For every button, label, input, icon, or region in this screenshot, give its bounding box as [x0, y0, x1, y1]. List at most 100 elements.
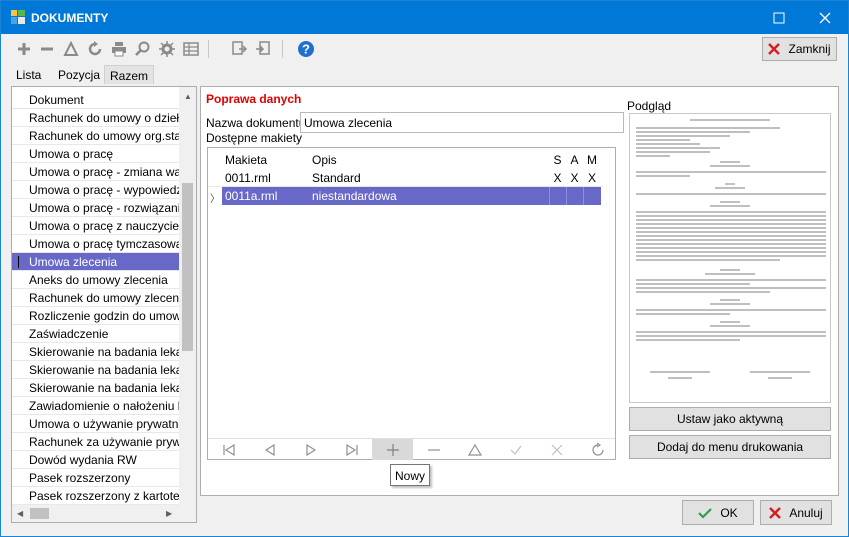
add-to-print-menu-button[interactable]: Dodaj do menu drukowania: [629, 435, 831, 459]
cell-s: [549, 187, 566, 205]
preview-label: Podgląd: [627, 99, 672, 113]
list-item[interactable]: Umowa o pracę - rozwiązanie: [12, 199, 179, 217]
preview-thumbnail: [636, 119, 826, 379]
cancel-icon[interactable]: [536, 439, 577, 460]
list-item[interactable]: Rozliczenie godzin do umowy zl: [12, 307, 179, 325]
list-item[interactable]: Dowód wydania RW: [12, 451, 179, 469]
list-item[interactable]: Umowa o pracę tymczasową: [12, 235, 179, 253]
refresh-icon[interactable]: [85, 39, 105, 59]
scroll-thumb[interactable]: [182, 183, 193, 351]
scroll-up-icon[interactable]: ▲: [184, 92, 192, 101]
section-title: Poprawa danych: [206, 92, 302, 106]
set-active-button-label: Ustaw jako aktywną: [676, 412, 784, 426]
list-item[interactable]: Umowa o pracę z nauczycielem: [12, 217, 179, 235]
scroll-right-icon[interactable]: ▶: [166, 509, 172, 518]
post-icon[interactable]: [495, 439, 536, 460]
list-item[interactable]: Pasek rozszerzony: [12, 469, 179, 487]
cell-m: X: [587, 171, 596, 185]
set-active-button[interactable]: Ustaw jako aktywną: [629, 407, 831, 431]
list-item[interactable]: Skierowanie na badania lekarsk: [12, 361, 179, 379]
columns-icon[interactable]: [181, 39, 201, 59]
list-item[interactable]: Rachunek do umowy org.stano: [12, 127, 179, 145]
list-item[interactable]: Umowa o pracę - wypowiedzen: [12, 181, 179, 199]
scroll-left-icon[interactable]: ◀: [17, 509, 23, 518]
scroll-thumb[interactable]: [30, 508, 49, 519]
row-indicator: [18, 256, 19, 268]
toolbar-separator: [282, 40, 283, 58]
ok-button[interactable]: OK: [682, 500, 754, 525]
cell-opis: niestandardowa: [309, 187, 549, 205]
templates-label: Dostępne makiety: [206, 131, 303, 145]
toolbar-separator: [208, 40, 209, 58]
add-icon[interactable]: [14, 39, 34, 59]
cell-m: [583, 187, 601, 205]
column-header-a[interactable]: A: [566, 151, 583, 169]
list-item[interactable]: Zaświadczenie: [12, 325, 179, 343]
cell-a: [566, 187, 583, 205]
templates-grid: Makieta Opis S A M 0011.rml Standard X X…: [207, 147, 616, 460]
tab-pozycja[interactable]: Pozycja: [53, 65, 105, 84]
column-header-makieta[interactable]: Makieta: [222, 151, 309, 169]
settings-icon[interactable]: [157, 39, 177, 59]
ok-button-label: OK: [720, 505, 738, 520]
close-button[interactable]: Zamknij: [762, 37, 837, 61]
list-item[interactable]: Zawiadomienie o nałożeniu kary: [12, 397, 179, 415]
app-icon: [11, 10, 25, 24]
add-to-print-menu-label: Dodaj do menu drukowania: [656, 440, 804, 454]
window-title: DOKUMENTY: [31, 11, 109, 25]
export-icon[interactable]: [229, 39, 249, 59]
print-icon[interactable]: [109, 39, 129, 59]
close-icon: [768, 43, 781, 55]
list-item[interactable]: Aneks do umowy zlecenia: [12, 271, 179, 289]
title-bar: DOKUMENTY: [1, 1, 848, 34]
list-item[interactable]: Umowa o pracę: [12, 145, 179, 163]
prior-icon[interactable]: [249, 439, 290, 460]
close-button-label: Zamknij: [788, 42, 831, 56]
cancel-button[interactable]: Anuluj: [760, 500, 832, 525]
cell-opis: Standard: [312, 171, 361, 185]
column-header-dokument[interactable]: Dokument: [12, 87, 179, 109]
last-icon[interactable]: [331, 439, 372, 460]
table-row-selected[interactable]: 〉 0011a.rml niestandardowa: [208, 187, 603, 205]
svg-text:?: ?: [302, 42, 310, 57]
list-item[interactable]: Skierowanie na badania lekarsk: [12, 379, 179, 397]
tab-lista[interactable]: Lista: [11, 65, 46, 84]
help-icon[interactable]: ?: [296, 39, 316, 59]
edit-icon[interactable]: [61, 39, 81, 59]
document-grid: Dokument Rachunek do umowy o dzieło Rach…: [11, 86, 197, 523]
list-item[interactable]: Umowa o pracę - zmiana warun: [12, 163, 179, 181]
next-icon[interactable]: [290, 439, 331, 460]
table-row[interactable]: 0011.rml Standard X X X: [208, 169, 603, 187]
list-item[interactable]: Rachunek za używanie prywatn: [12, 433, 179, 451]
preview-icon[interactable]: [133, 39, 153, 59]
column-header-m[interactable]: M: [583, 151, 601, 169]
edit-icon[interactable]: [454, 439, 495, 460]
vertical-scrollbar[interactable]: ▲: [179, 87, 196, 505]
import-icon[interactable]: [253, 39, 273, 59]
close-window-button[interactable]: [802, 1, 848, 34]
cancel-button-label: Anuluj: [789, 505, 823, 520]
maximize-button[interactable]: [756, 1, 802, 34]
first-icon[interactable]: [208, 439, 249, 460]
cell-makieta: 0011.rml: [225, 171, 271, 185]
list-item[interactable]: Rachunek do umowy o dzieło: [12, 109, 179, 127]
document-name-field[interactable]: Umowa zlecenia: [300, 112, 624, 133]
list-item[interactable]: Rachunek do umowy zlecenia: [12, 289, 179, 307]
refresh-icon[interactable]: [577, 439, 618, 460]
column-header-s[interactable]: S: [549, 151, 566, 169]
horizontal-scrollbar[interactable]: ◀ ▶: [12, 505, 196, 522]
list-item-selected[interactable]: Umowa zlecenia: [12, 253, 179, 271]
tab-razem[interactable]: Razem: [104, 65, 155, 84]
list-item[interactable]: Skierowanie na badania lekarsk: [12, 343, 179, 361]
remove-icon[interactable]: [37, 39, 57, 59]
list-item[interactable]: Umowa o używanie prywatnego: [12, 415, 179, 433]
insert-icon[interactable]: [372, 439, 413, 460]
document-preview: [629, 113, 831, 403]
list-item-label: Umowa zlecenia: [29, 255, 118, 269]
tooltip: Nowy: [390, 464, 430, 486]
column-header-opis[interactable]: Opis: [309, 151, 549, 169]
delete-icon[interactable]: [413, 439, 454, 460]
cell-a: X: [570, 171, 579, 185]
checkmark-icon: [698, 507, 713, 519]
list-item[interactable]: Pasek rozszerzony z kartoteki: [12, 487, 179, 505]
